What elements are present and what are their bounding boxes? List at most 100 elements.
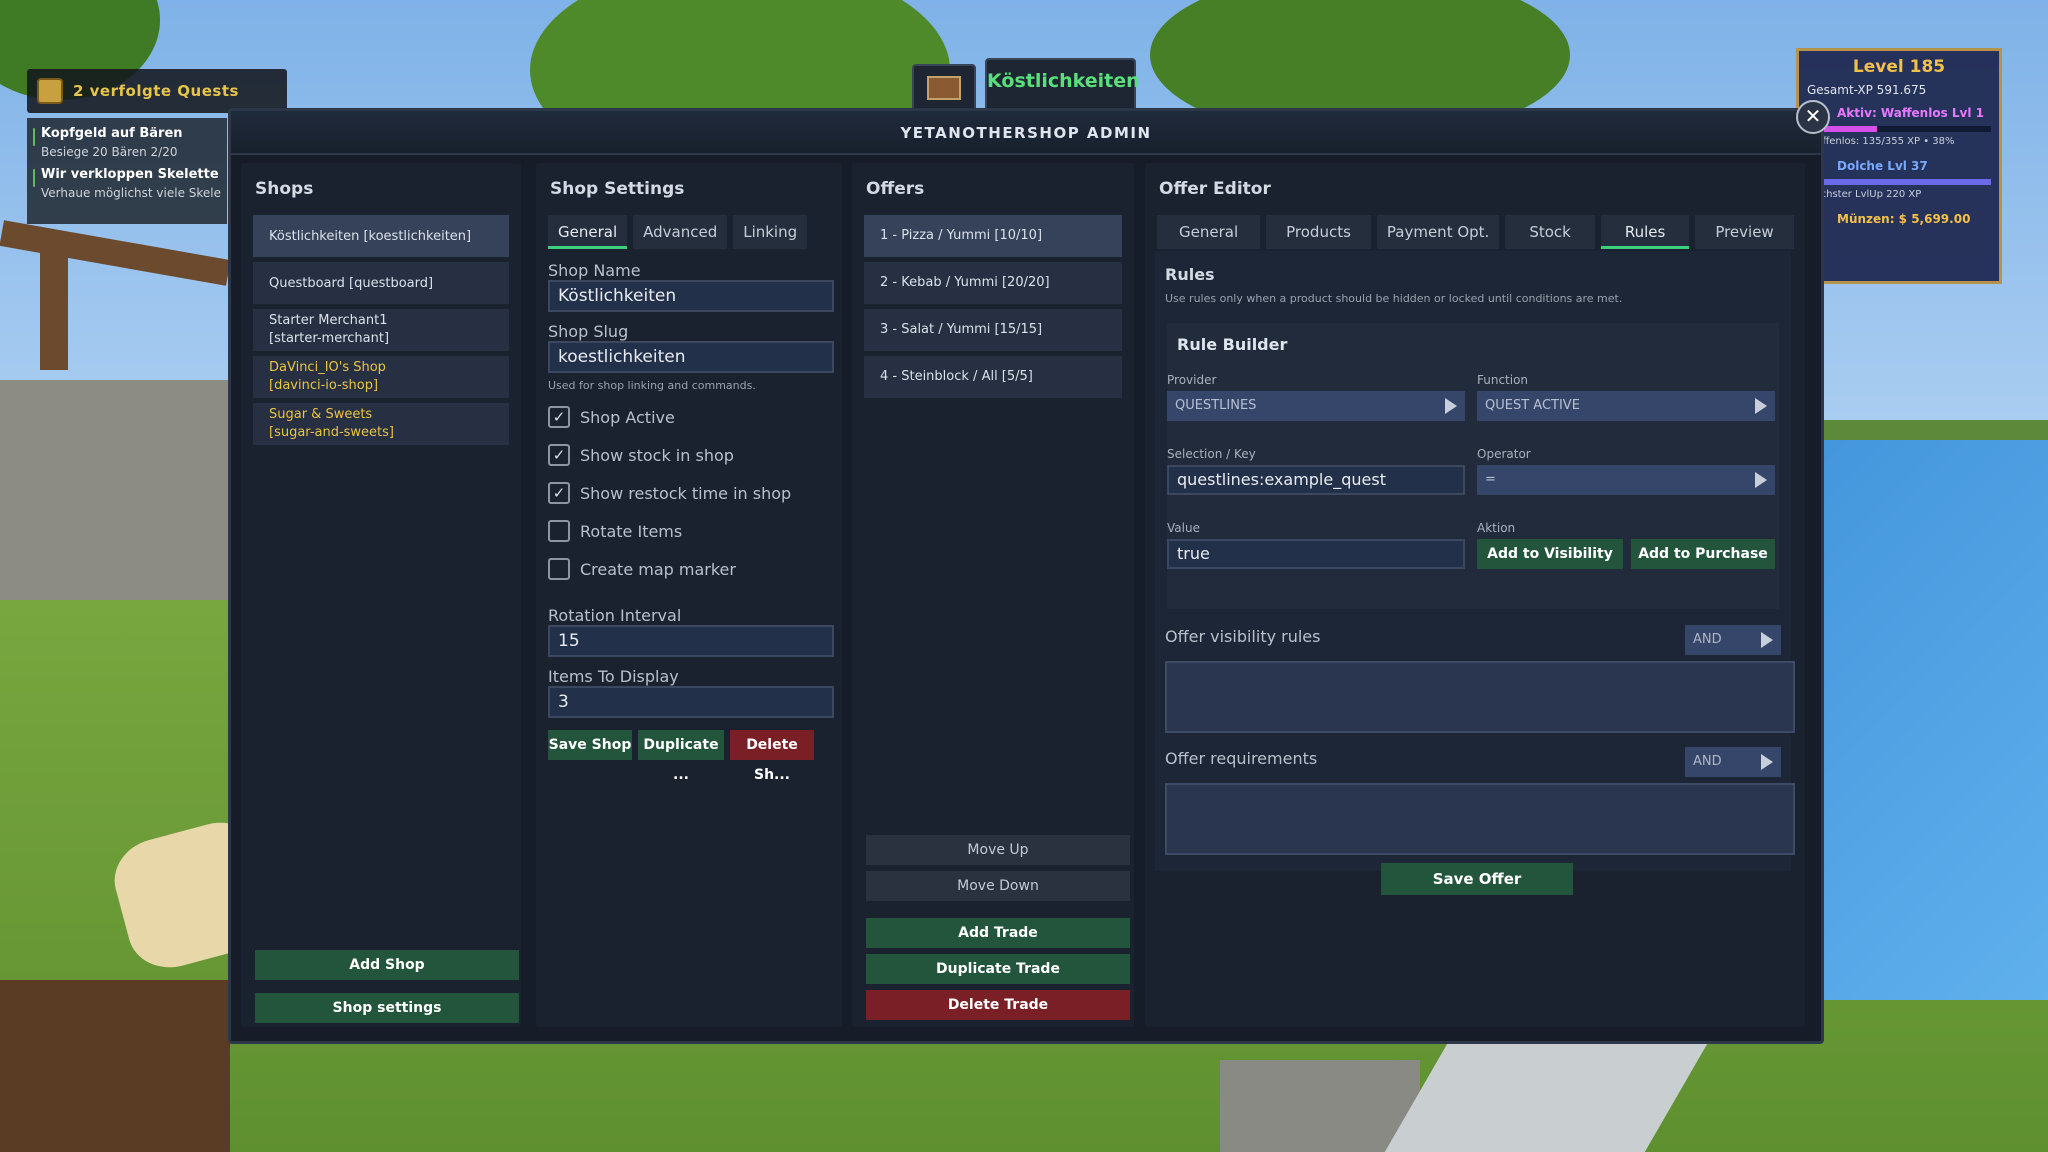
function-select[interactable]: QUEST ACTIVE xyxy=(1477,391,1775,421)
shop-actions: Save Shop Duplicate ... Delete Sh... xyxy=(536,730,842,783)
quest-progress: Verhaue möglichst viele Skelette xyxy=(41,186,221,200)
checkbox-unchecked-icon[interactable] xyxy=(548,520,570,542)
offer-list-item[interactable]: 1 - Pizza / Yummi [10/10] xyxy=(864,215,1122,257)
requirements-operator-value: AND xyxy=(1693,754,1722,769)
map-marker-checkbox[interactable]: Create map marker xyxy=(536,556,842,582)
total-xp: Gesamt-XP 591.675 xyxy=(1807,83,1927,97)
checkbox-label: Shop Active xyxy=(580,407,675,427)
shop-slug: [sugar-and-sweets] xyxy=(269,425,394,440)
shop-list-item[interactable]: Köstlichkeiten [koestlichkeiten] xyxy=(253,215,509,257)
duplicate-shop-button[interactable]: Duplicate ... xyxy=(638,730,724,783)
duplicate-trade-button[interactable]: Duplicate Trade xyxy=(866,954,1130,984)
shop-name: Starter Merchant1 xyxy=(269,313,388,329)
active-skill-xp: Waffenlos: 135/355 XP • 38% xyxy=(1807,136,1955,147)
checkbox-unchecked-icon[interactable] xyxy=(548,558,570,580)
shop-slug-hint: Used for shop linking and commands. xyxy=(548,379,756,392)
active-skill: Aktiv: Waffenlos Lvl 1 xyxy=(1837,106,1985,120)
visibility-rules-label: Offer visibility rules xyxy=(1165,627,1321,646)
tab-rules[interactable]: Rules xyxy=(1600,215,1690,249)
shop-name-label: Shop Name xyxy=(548,261,641,280)
offers-heading: Offers xyxy=(866,179,925,199)
shop-list-item[interactable]: DaVinci_IO's Shop [davinci-io-shop] xyxy=(253,356,509,398)
show-stock-checkbox[interactable]: ✓ Show stock in shop xyxy=(536,442,842,468)
add-shop-button[interactable]: Add Shop xyxy=(255,950,519,980)
play-arrow-icon xyxy=(1755,472,1767,488)
visibility-operator-value: AND xyxy=(1693,632,1722,647)
provider-select[interactable]: QUESTLINES xyxy=(1167,391,1465,421)
value-input[interactable]: true xyxy=(1167,539,1465,569)
selection-key-label: Selection / Key xyxy=(1167,447,1256,461)
play-arrow-icon xyxy=(1761,632,1773,648)
shop-admin-window: YETANOTHERSHOP ADMIN Shops Köstlichkeite… xyxy=(228,108,1824,1044)
tab-linking[interactable]: Linking xyxy=(733,215,808,249)
tab-general[interactable]: General xyxy=(548,215,628,249)
requirements-operator-select[interactable]: AND xyxy=(1685,747,1781,777)
offer-list-item[interactable]: 3 - Salat / Yummi [15/15] xyxy=(864,309,1122,351)
requirements-list[interactable] xyxy=(1165,783,1795,855)
tab-payment-options[interactable]: Payment Opt. xyxy=(1376,215,1500,249)
save-shop-button[interactable]: Save Shop xyxy=(548,730,632,760)
move-down-button[interactable]: Move Down xyxy=(866,871,1130,901)
add-to-purchase-button[interactable]: Add to Purchase xyxy=(1631,539,1775,569)
shop-active-checkbox[interactable]: ✓ Shop Active xyxy=(536,404,842,430)
shop-list-item-label: Köstlichkeiten [koestlichkeiten] xyxy=(269,228,472,244)
shop-list-item[interactable]: Questboard [questboard] xyxy=(253,262,509,304)
move-up-button[interactable]: Move Up xyxy=(866,835,1130,865)
rotation-interval-input[interactable]: 15 xyxy=(548,625,834,657)
checkbox-label: Show stock in shop xyxy=(580,445,734,465)
dolche-progress xyxy=(1807,179,1991,185)
checkbox-checked-icon[interactable]: ✓ xyxy=(548,482,570,504)
stone-wall xyxy=(0,380,240,600)
function-label: Function xyxy=(1477,373,1529,387)
add-to-visibility-button[interactable]: Add to Visibility xyxy=(1477,539,1623,569)
save-offer-button[interactable]: Save Offer xyxy=(1381,863,1573,895)
visibility-operator-select[interactable]: AND xyxy=(1685,625,1781,655)
tab-products[interactable]: Products xyxy=(1266,215,1371,249)
offer-list-item[interactable]: 2 - Kebab / Yummi [20/20] xyxy=(864,262,1122,304)
tab-advanced[interactable]: Advanced xyxy=(633,215,728,249)
quest-scroll-icon xyxy=(37,78,63,104)
shop-list-item-label: Starter Merchant1 [starter-merchant] xyxy=(269,312,389,347)
show-restock-checkbox[interactable]: ✓ Show restock time in shop xyxy=(536,480,842,506)
play-arrow-icon xyxy=(1445,398,1457,414)
shop-settings-button[interactable]: Shop settings xyxy=(255,993,519,1023)
player-level: Level 185 xyxy=(1852,57,1946,77)
offer-editor-heading: Offer Editor xyxy=(1159,179,1271,199)
quest-title: Wir verkloppen Skelette xyxy=(41,167,219,182)
operator-select[interactable]: = xyxy=(1477,465,1775,495)
visibility-rules-list[interactable] xyxy=(1165,661,1795,733)
quest-title: Kopfgeld auf Bären xyxy=(41,126,183,141)
tab-general[interactable]: General xyxy=(1157,215,1261,249)
provider-label: Provider xyxy=(1167,373,1217,387)
quest-list: Kopfgeld auf Bären Besiege 20 Bären 2/20… xyxy=(27,118,227,224)
shop-slug-input[interactable]: koestlichkeiten xyxy=(548,341,834,373)
checkbox-label: Show restock time in shop xyxy=(580,483,792,503)
shop-title-tab[interactable]: Köstlichkeiten xyxy=(985,58,1140,112)
quest-entry: Kopfgeld auf Bären Besiege 20 Bären 2/20 xyxy=(33,126,221,159)
tab-preview[interactable]: Preview xyxy=(1695,215,1794,249)
function-value: QUEST ACTIVE xyxy=(1485,398,1580,413)
items-to-display-input[interactable]: 3 xyxy=(548,686,834,718)
close-icon[interactable]: ✕ xyxy=(1796,100,1830,134)
rotate-items-checkbox[interactable]: Rotate Items xyxy=(536,518,842,544)
dolche-skill: Dolche Lvl 37 xyxy=(1837,159,1928,173)
selection-key-input[interactable]: questlines:example_quest xyxy=(1167,465,1465,495)
checkbox-checked-icon[interactable]: ✓ xyxy=(548,406,570,428)
shop-list-item[interactable]: Starter Merchant1 [starter-merchant] xyxy=(253,309,509,351)
checkbox-label: Create map marker xyxy=(580,559,736,579)
operator-value: = xyxy=(1485,472,1496,487)
dolche-fill xyxy=(1807,179,1991,185)
shop-icon-tab[interactable] xyxy=(912,64,976,112)
checkbox-checked-icon[interactable]: ✓ xyxy=(548,444,570,466)
shop-list-item[interactable]: Sugar & Sweets [sugar-and-sweets] xyxy=(253,403,509,445)
tab-stock[interactable]: Stock xyxy=(1505,215,1595,249)
shop-slug: [davinci-io-shop] xyxy=(269,378,379,393)
add-trade-button[interactable]: Add Trade xyxy=(866,918,1130,948)
dolche-next-levelup: Nächster LvlUp 220 XP xyxy=(1807,189,1922,200)
delete-shop-button[interactable]: Delete Sh... xyxy=(730,730,814,783)
offer-list-item[interactable]: 4 - Steinblock / All [5/5] xyxy=(864,356,1122,398)
shop-name-input[interactable]: Köstlichkeiten xyxy=(548,280,834,312)
shop-settings-panel: Shop Settings General Advanced Linking S… xyxy=(536,163,842,1027)
delete-trade-button[interactable]: Delete Trade xyxy=(866,990,1130,1020)
editor-tabs: General Products Payment Opt. Stock Rule… xyxy=(1145,215,1805,249)
